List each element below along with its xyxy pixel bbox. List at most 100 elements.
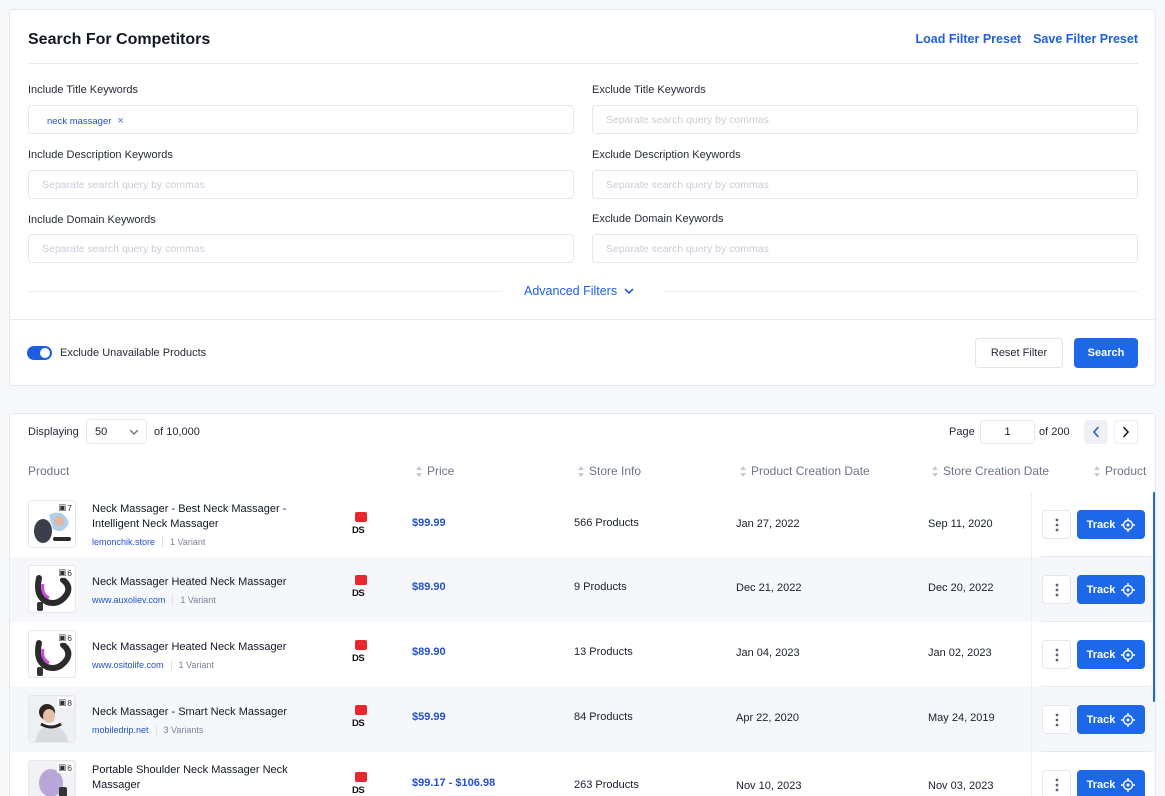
aliexpress-icon xyxy=(355,772,367,782)
variant-count: 1 Variant xyxy=(170,660,214,670)
product-thumbnail[interactable]: ▣ 6 xyxy=(28,760,76,796)
product-meta: www.ositolife.com 1 Variant xyxy=(92,660,214,670)
track-label: Track xyxy=(1086,583,1116,596)
include-title-input[interactable]: neck massager × xyxy=(28,105,574,134)
track-label: Track xyxy=(1086,648,1116,661)
load-filter-preset-link[interactable]: Load Filter Preset xyxy=(915,32,1021,46)
include-domain-input[interactable]: Separate search query by commas xyxy=(28,234,574,263)
crosshair-icon xyxy=(1121,517,1136,532)
table-row[interactable]: ▣ 6 Neck Massager Heated Neck Massager ww… xyxy=(10,622,1155,687)
more-options-button[interactable] xyxy=(1042,770,1071,796)
exclude-domain-placeholder: Separate search query by commas xyxy=(606,243,769,255)
next-page-button[interactable] xyxy=(1114,420,1138,444)
exclude-title-placeholder: Separate search query by commas xyxy=(606,114,769,126)
advanced-filters-button[interactable]: Advanced Filters xyxy=(524,284,634,298)
preset-links: Load Filter Preset Save Filter Preset xyxy=(915,32,1138,46)
track-button[interactable]: Track xyxy=(1077,575,1145,604)
store-info[interactable]: 9 Products xyxy=(574,581,627,593)
track-label: Track xyxy=(1086,778,1116,791)
column-header-product[interactable]: Product xyxy=(28,464,69,478)
include-description-placeholder: Separate search query by commas xyxy=(42,179,205,191)
prev-page-button[interactable] xyxy=(1084,420,1108,444)
product-title[interactable]: Neck Massager Heated Neck Massager xyxy=(92,640,307,655)
product-title[interactable]: Neck Massager Heated Neck Massager xyxy=(92,575,307,590)
more-options-button[interactable] xyxy=(1042,705,1071,734)
sort-icon xyxy=(416,465,422,477)
more-options-button[interactable] xyxy=(1042,575,1071,604)
product-thumbnail[interactable]: ▣ 8 xyxy=(28,695,76,743)
exclude-title-input[interactable]: Separate search query by commas xyxy=(592,105,1138,134)
track-button[interactable]: Track xyxy=(1077,705,1145,734)
product-creation-date: Apr 22, 2020 xyxy=(736,712,799,724)
per-page-value: 50 xyxy=(95,426,108,438)
store-creation-date: Nov 03, 2023 xyxy=(928,780,994,792)
store-domain-link[interactable]: mobiledrip.net xyxy=(92,725,149,735)
kebab-icon xyxy=(1055,518,1058,531)
product-thumbnail[interactable]: ▣ 6 xyxy=(28,630,76,678)
exclude-description-input[interactable]: Separate search query by commas xyxy=(592,170,1138,199)
product-title[interactable]: Neck Massager - Best Neck Massager - Int… xyxy=(92,502,307,532)
save-filter-preset-link[interactable]: Save Filter Preset xyxy=(1033,32,1138,46)
column-header-product-creation-date[interactable]: Product Creation Date xyxy=(740,464,870,478)
sort-icon xyxy=(578,465,584,477)
column-label: Product xyxy=(1105,464,1147,478)
table-scrollbar[interactable] xyxy=(1153,492,1155,702)
chevron-right-icon xyxy=(1123,426,1130,438)
exclude-domain-input[interactable]: Separate search query by commas xyxy=(592,234,1138,263)
store-info[interactable]: 566 Products xyxy=(574,517,639,529)
image-count: ▣ 6 xyxy=(57,567,73,578)
row-divider xyxy=(1041,686,1151,687)
table-row[interactable]: ▣ 7 Neck Massager - Best Neck Massager - … xyxy=(10,492,1155,557)
table-row[interactable]: ▣ 6 Portable Shoulder Neck Massager Neck … xyxy=(10,752,1155,796)
price: $89.90 xyxy=(412,581,446,593)
results-panel: Displaying 50 of 10,000 Page 1 of 200 Pr… xyxy=(9,413,1156,796)
track-button[interactable]: Track xyxy=(1077,770,1145,796)
search-button[interactable]: Search xyxy=(1074,338,1138,368)
ds-label: DS xyxy=(352,785,365,796)
column-header-store-creation-date[interactable]: Store Creation Date xyxy=(932,464,1049,478)
column-header-product-extra[interactable]: Product xyxy=(1094,464,1146,478)
table-row[interactable]: ▣ 6 Neck Massager Heated Neck Massager ww… xyxy=(10,557,1155,622)
store-domain-link[interactable]: www.auxoliev.com xyxy=(92,595,165,605)
image-count-value: 7 xyxy=(67,502,72,513)
table-row[interactable]: ▣ 8 Neck Massager - Smart Neck Massager m… xyxy=(10,687,1155,752)
product-creation-date: Dec 21, 2022 xyxy=(736,582,802,594)
product-meta: mobiledrip.net 3 Variants xyxy=(92,725,203,735)
store-domain-link[interactable]: lemonchik.store xyxy=(92,537,155,547)
images-icon: ▣ xyxy=(58,697,67,707)
more-options-button[interactable] xyxy=(1042,510,1071,539)
exclude-description-label: Exclude Description Keywords xyxy=(592,149,741,161)
product-title[interactable]: Portable Shoulder Neck Massager Neck Mas… xyxy=(92,763,322,793)
column-header-price[interactable]: Price xyxy=(416,464,454,478)
page-input[interactable]: 1 xyxy=(980,420,1035,444)
track-button[interactable]: Track xyxy=(1077,510,1145,539)
sort-icon xyxy=(1094,465,1100,477)
displaying-label: Displaying xyxy=(28,426,79,438)
row-actions: Track xyxy=(1031,492,1155,557)
include-description-input[interactable]: Separate search query by commas xyxy=(28,170,574,199)
exclude-unavailable-toggle[interactable] xyxy=(27,346,52,360)
price: $99.17 - $106.98 xyxy=(412,777,496,789)
more-options-button[interactable] xyxy=(1042,640,1071,669)
include-domain-placeholder: Separate search query by commas xyxy=(42,243,205,255)
source-badge: DS xyxy=(352,640,372,664)
product-thumbnail[interactable]: ▣ 7 xyxy=(28,500,76,548)
store-info[interactable]: 84 Products xyxy=(574,711,633,723)
store-info[interactable]: 263 Products xyxy=(574,779,639,791)
product-thumbnail[interactable]: ▣ 6 xyxy=(28,565,76,613)
product-title[interactable]: Neck Massager - Smart Neck Massager xyxy=(92,705,307,720)
track-button[interactable]: Track xyxy=(1077,640,1145,669)
chip-remove-icon[interactable]: × xyxy=(117,115,123,127)
source-badge: DS xyxy=(352,705,372,729)
per-page-select[interactable]: 50 xyxy=(86,419,147,444)
images-icon: ▣ xyxy=(58,762,67,772)
aliexpress-icon xyxy=(355,705,367,715)
reset-filter-button[interactable]: Reset Filter xyxy=(975,338,1063,368)
image-count-value: 8 xyxy=(67,697,72,708)
store-creation-date: Dec 20, 2022 xyxy=(928,582,994,594)
images-icon: ▣ xyxy=(58,502,67,512)
image-count: ▣ 6 xyxy=(57,632,73,643)
store-domain-link[interactable]: www.ositolife.com xyxy=(92,660,164,670)
store-info[interactable]: 13 Products xyxy=(574,646,633,658)
column-header-store-info[interactable]: Store Info xyxy=(578,464,641,478)
